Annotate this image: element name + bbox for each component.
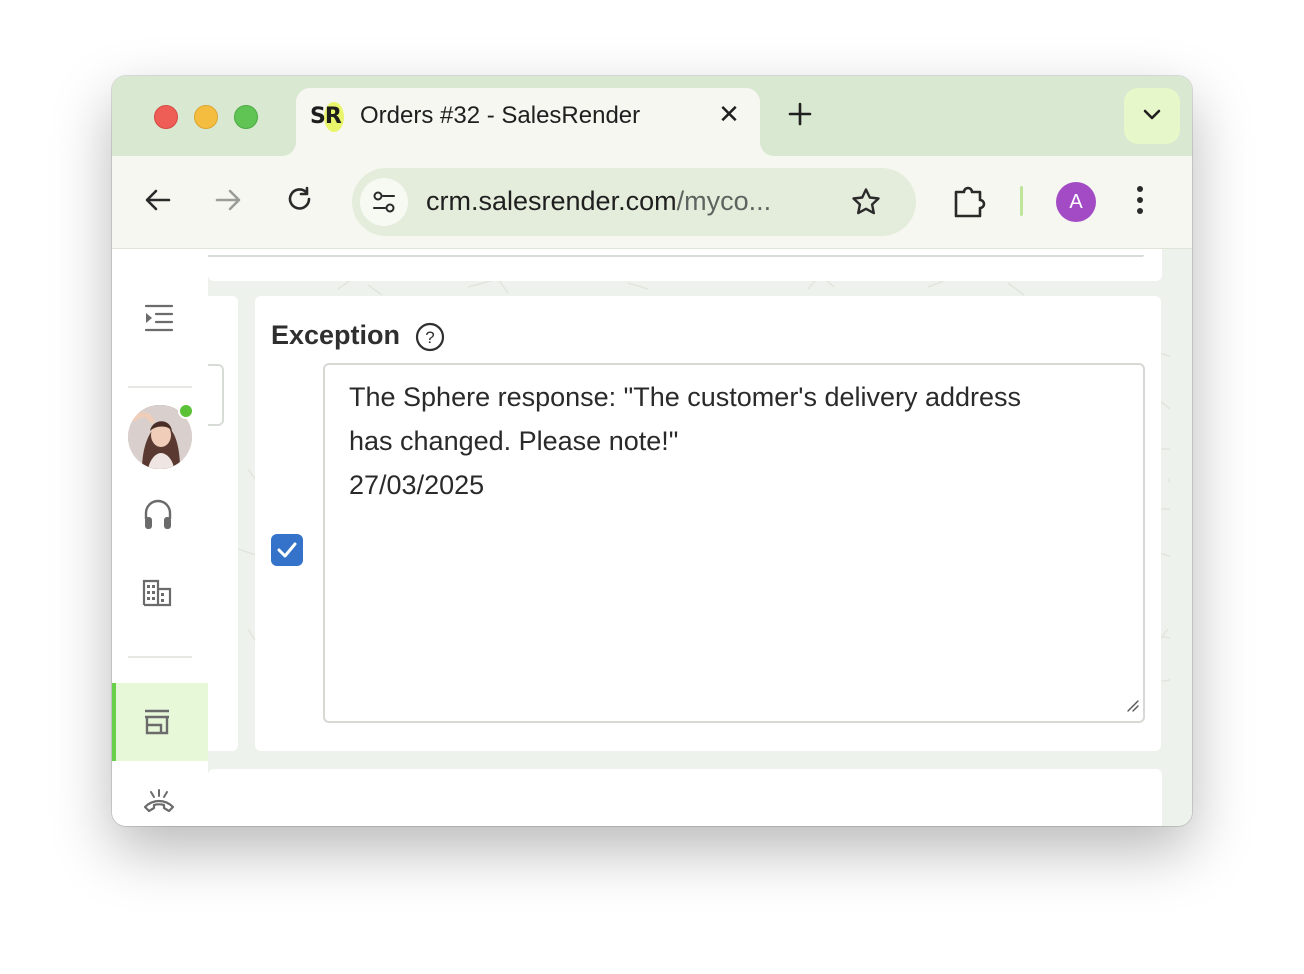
back-button[interactable] <box>142 184 174 216</box>
exception-checkbox[interactable] <box>271 534 303 566</box>
profile-avatar[interactable]: A <box>1056 182 1096 222</box>
forward-icon <box>215 189 241 211</box>
site-info-icon <box>373 191 395 213</box>
browser-window: SR Orders #32 - SalesRender ✕ crm.salesr… <box>112 76 1192 826</box>
kebab-menu-icon[interactable] <box>1134 184 1146 221</box>
active-tab[interactable]: SR Orders #32 - SalesRender ✕ <box>296 88 760 156</box>
salesrender-favicon-icon: SR <box>310 102 344 132</box>
truncated-input <box>208 364 224 426</box>
browser-toolbar: crm.salesrender.com/myco... A <box>112 156 1192 249</box>
help-question-icon[interactable]: ? <box>415 322 445 357</box>
sidebar-divider <box>128 386 192 388</box>
sidebar-divider <box>128 656 192 658</box>
exception-text-line-2: has changed. Please note!" <box>349 426 679 456</box>
exception-card: Exception ? The Sphere response: "The cu… <box>255 296 1161 751</box>
exception-label: Exception <box>271 320 401 350</box>
url-text[interactable]: crm.salesrender.com/myco... <box>426 186 816 217</box>
storefront-icon[interactable] <box>142 709 172 740</box>
tab-close-icon[interactable]: ✕ <box>716 101 742 127</box>
exception-textarea[interactable]: The Sphere response: "The customer's del… <box>323 363 1145 723</box>
address-bar[interactable]: crm.salesrender.com/myco... <box>352 168 916 236</box>
left-column-card <box>208 296 238 751</box>
app-sidebar <box>112 249 208 826</box>
tab-bar: SR Orders #32 - SalesRender ✕ <box>112 76 1192 156</box>
headset-icon[interactable] <box>142 497 174 538</box>
page-scrollbar[interactable] <box>1170 249 1192 826</box>
url-host: crm.salesrender.com <box>426 186 677 216</box>
tab-title: Orders #32 - SalesRender <box>360 102 641 129</box>
back-icon <box>145 189 171 211</box>
forward-button[interactable] <box>212 184 244 216</box>
svg-text:?: ? <box>425 328 434 347</box>
url-path: /myco... <box>676 186 772 216</box>
page-content: Exception ? The Sphere response: "The cu… <box>112 249 1192 826</box>
toolbar-divider <box>1020 186 1023 216</box>
active-indicator <box>112 683 116 761</box>
exception-text: The Sphere response: "The customer's del… <box>349 375 1119 507</box>
previous-section-card <box>208 249 1162 281</box>
tab-search-button[interactable] <box>1124 88 1180 144</box>
next-section-card <box>208 769 1162 826</box>
menu-indent-icon[interactable] <box>142 303 174 338</box>
minimize-window-button[interactable] <box>194 105 218 129</box>
online-status-dot <box>178 403 194 419</box>
zoom-window-button[interactable] <box>234 105 258 129</box>
building-icon[interactable] <box>142 579 172 612</box>
extensions-icon[interactable] <box>952 184 988 223</box>
close-window-button[interactable] <box>154 105 178 129</box>
bookmark-star-icon[interactable] <box>850 186 882 223</box>
phone-hangup-icon[interactable] <box>142 789 176 818</box>
resize-grip-icon[interactable] <box>1125 698 1139 717</box>
checkmark-icon <box>277 542 297 558</box>
reload-button[interactable] <box>284 184 316 216</box>
site-info-button[interactable] <box>360 178 408 226</box>
chevron-down-icon <box>1143 109 1161 120</box>
exception-text-line-3: 27/03/2025 <box>349 470 485 500</box>
reload-icon <box>288 186 311 210</box>
exception-text-line-1: The Sphere response: "The customer's del… <box>349 382 1022 412</box>
new-tab-plus-icon[interactable] <box>788 102 812 126</box>
